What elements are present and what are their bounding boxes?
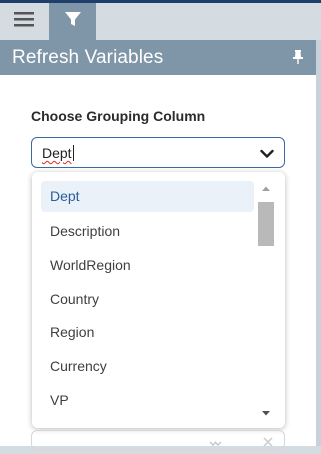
- next-field-partial: [31, 430, 285, 450]
- scrollbar-thumb[interactable]: [258, 202, 274, 246]
- dropdown-option-region[interactable]: Region: [41, 317, 254, 348]
- dropdown-option-worldregion[interactable]: WorldRegion: [41, 250, 254, 281]
- chevron-down-icon: [208, 436, 222, 454]
- grouping-dropdown-list: Dept Description WorldRegion Country Reg…: [32, 172, 285, 428]
- panel-header: Refresh Variables: [0, 40, 316, 75]
- chevron-down-icon[interactable]: [260, 146, 274, 164]
- panel-title: Refresh Variables: [12, 47, 164, 68]
- tab-bar: [0, 3, 321, 40]
- text-caret: [72, 145, 74, 161]
- dropdown-option-country[interactable]: Country: [41, 284, 254, 315]
- scroll-up-arrow-icon[interactable]: [260, 182, 272, 194]
- grouping-input-value: Dept: [42, 145, 72, 161]
- filter-icon: [64, 10, 82, 33]
- dropdown-scrollbar[interactable]: [258, 180, 274, 420]
- panel-right-edge: [316, 40, 321, 446]
- grouping-input[interactable]: Dept: [42, 145, 74, 161]
- grouping-label: Choose Grouping Column: [31, 108, 206, 124]
- tab-filter[interactable]: [49, 3, 96, 40]
- hamburger-icon: [13, 11, 34, 32]
- tab-menu[interactable]: [0, 3, 47, 40]
- clear-icon: [262, 434, 274, 452]
- dropdown-option-currency[interactable]: Currency: [41, 351, 254, 382]
- dropdown-option-dept[interactable]: Dept: [41, 181, 254, 212]
- scroll-down-arrow-icon[interactable]: [260, 406, 272, 418]
- pin-icon[interactable]: [292, 50, 304, 69]
- dropdown-option-vp[interactable]: VP: [41, 385, 254, 416]
- dropdown-option-description[interactable]: Description: [41, 216, 254, 247]
- grouping-select[interactable]: Dept: [31, 137, 285, 168]
